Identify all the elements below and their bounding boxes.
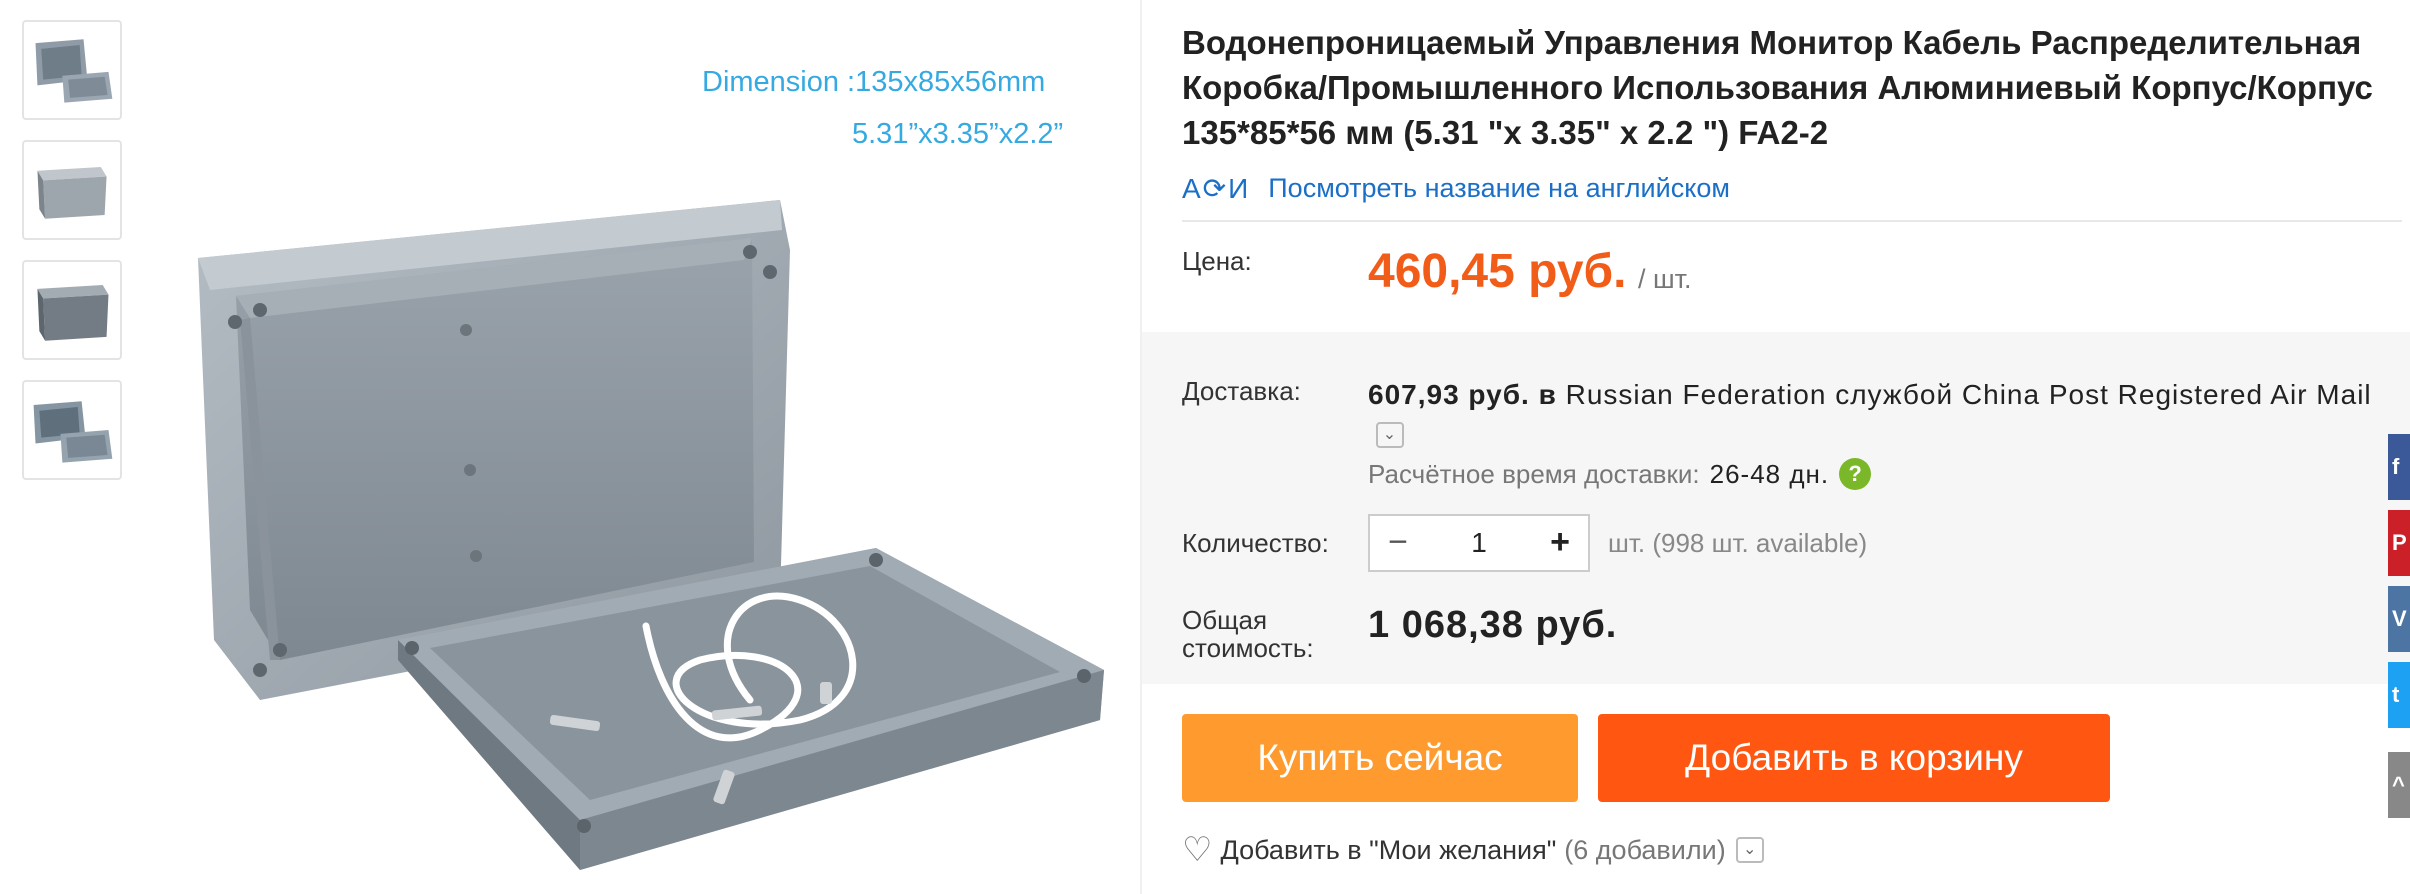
quantity-decrease-button[interactable]: − [1370, 516, 1426, 570]
dimension-inch-text: 5.31”x3.35”x2.2” [852, 118, 1064, 150]
total-value: 1 068,38 руб. [1368, 604, 1618, 646]
shipping-details[interactable]: 607,93 руб. в Russian Federation службой… [1368, 376, 2388, 452]
share-vk-button[interactable]: V [2388, 586, 2410, 652]
pinterest-icon: P [2392, 530, 2407, 555]
delivery-eta: Расчётное время доставки: 26-48 дн. ? [1368, 458, 1872, 490]
shipping-country: Russian Federation [1565, 379, 1827, 410]
eta-label: Расчётное время доставки: [1368, 458, 1700, 489]
vk-icon: V [2392, 606, 2407, 631]
price-label: Цена: [1182, 246, 1252, 276]
eta-value: 26-48 дн. [1709, 458, 1830, 489]
arrow-up-icon: ^ [2392, 772, 2405, 797]
wishlist-dropdown-icon[interactable]: ⌄ [1735, 837, 1764, 863]
wishlist-row[interactable]: ♡ Добавить в "Мои желания" (6 добавили) … [1182, 830, 1764, 870]
thumbnail-1[interactable] [22, 20, 122, 120]
price-value: 460,45 руб. [1368, 245, 1627, 298]
quantity-available: шт. (998 шт. available) [1608, 528, 1868, 558]
twitter-icon: t [2392, 682, 2400, 707]
quantity-increase-button[interactable]: + [1532, 516, 1588, 570]
thumbnail-4[interactable] [22, 380, 122, 480]
share-pinterest-button[interactable]: P [2388, 510, 2410, 576]
quantity-input[interactable] [1426, 516, 1532, 570]
total-label: Общая стоимость: [1182, 605, 1314, 663]
main-product-image[interactable]: Dimension :135x85x56mm 5.31”x3.35”x2.2” [140, 0, 1130, 894]
thumbnail-box-side-image [37, 285, 109, 341]
thumbnail-2[interactable] [22, 140, 122, 240]
translate-icon: A⟳И [1182, 172, 1251, 204]
wishlist-count: (6 добавили) [1564, 834, 1726, 865]
title-divider [1182, 220, 2402, 222]
thumbnail-3[interactable] [22, 260, 122, 360]
quantity-stepper: − + [1368, 514, 1590, 572]
help-icon[interactable]: ? [1839, 458, 1872, 490]
buy-now-button[interactable]: Купить сейчас [1182, 714, 1578, 802]
shipping-dropdown-icon[interactable]: ⌄ [1376, 421, 1404, 448]
add-to-cart-button[interactable]: Добавить в корзину [1598, 714, 2110, 802]
shipping-carrier: China Post Registered Air Mail [1961, 379, 2372, 410]
share-twitter-button[interactable]: t [2388, 662, 2410, 728]
share-facebook-button[interactable]: f [2388, 434, 2410, 500]
price-unit: / шт. [1638, 264, 1692, 294]
thumbnail-open-box-image [35, 39, 113, 103]
product-title: Водонепроницаемый Управления Монитор Каб… [1182, 24, 2373, 151]
translate-title-row[interactable]: A⟳И Посмотреть название на английском [1182, 170, 1730, 206]
product-info-panel: Водонепроницаемый Управления Монитор Каб… [1142, 0, 2410, 894]
dimension-mm-text: Dimension :135x85x56mm [702, 66, 1046, 98]
shipping-label: Доставка: [1182, 376, 1301, 406]
thumbnail-open-box-image-alt [33, 401, 113, 463]
scroll-up-button[interactable]: ^ [2388, 752, 2410, 818]
quantity-label: Количество: [1182, 528, 1329, 558]
thumbnail-closed-box-image [37, 166, 107, 219]
heart-icon: ♡ [1182, 831, 1213, 869]
thumbnail-strip [22, 20, 122, 500]
shipping-in-word: в [1538, 379, 1557, 410]
translate-title-link[interactable]: Посмотреть название на английском [1268, 173, 1730, 204]
shipping-service-word: службой [1835, 379, 1954, 410]
wishlist-label[interactable]: Добавить в "Мои желания" [1220, 835, 1556, 866]
shipping-cost: 607,93 руб. [1368, 379, 1530, 410]
facebook-icon: f [2392, 454, 2400, 479]
